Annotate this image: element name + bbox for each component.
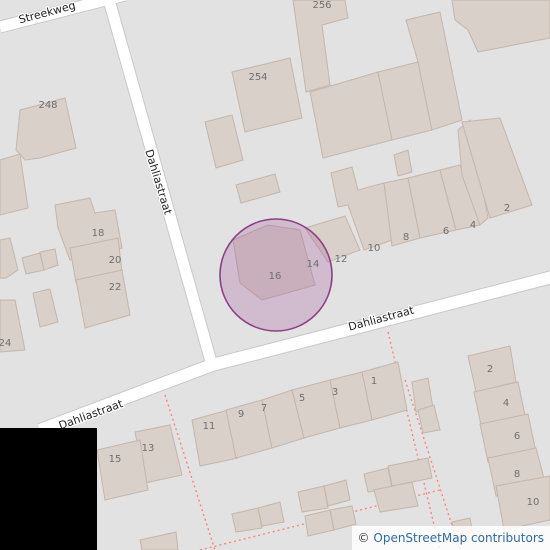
house-number: 12 — [335, 254, 348, 265]
house-number: 10 — [527, 497, 540, 508]
house-number: 18 — [92, 228, 105, 239]
house-number: 254 — [248, 72, 267, 83]
house-number: 5 — [299, 393, 305, 404]
house-number: 9 — [238, 409, 244, 420]
house-number: 24 — [0, 338, 11, 349]
house-number: 3 — [332, 387, 338, 398]
house-number: 4 — [470, 220, 476, 231]
house-number: 1 — [371, 376, 377, 387]
house-number: 256 — [312, 0, 331, 11]
house-number: 2 — [487, 364, 493, 375]
black-overlay-box — [0, 428, 97, 550]
street-label-streekweg: Streekweg — [17, 0, 77, 26]
house-number: 20 — [109, 255, 122, 266]
house-number: 248 — [38, 100, 57, 111]
house-number: 10 — [368, 243, 381, 254]
house-number: 7 — [261, 403, 267, 414]
house-number: 22 — [109, 282, 122, 293]
street-label-dahliastraat-vertical: Dahliastraat — [142, 148, 174, 217]
street-label-dahliastraat-main: Dahliastraat — [347, 303, 416, 333]
house-number: 13 — [142, 443, 155, 454]
house-number: 15 — [109, 454, 122, 465]
copyright-symbol: © — [357, 531, 370, 545]
house-number: 8 — [514, 469, 520, 480]
osm-contributors-link[interactable]: OpenStreetMap contributors — [373, 531, 544, 545]
house-number: 16 — [269, 271, 282, 282]
map-attribution: © OpenStreetMap contributors — [351, 526, 550, 550]
house-number: 4 — [503, 398, 509, 409]
house-number: 14 — [307, 259, 320, 270]
house-number: 6 — [443, 226, 449, 237]
house-number: 2 — [504, 203, 510, 214]
house-number: 6 — [514, 431, 520, 442]
house-number: 11 — [203, 421, 216, 432]
house-number: 8 — [403, 232, 409, 243]
